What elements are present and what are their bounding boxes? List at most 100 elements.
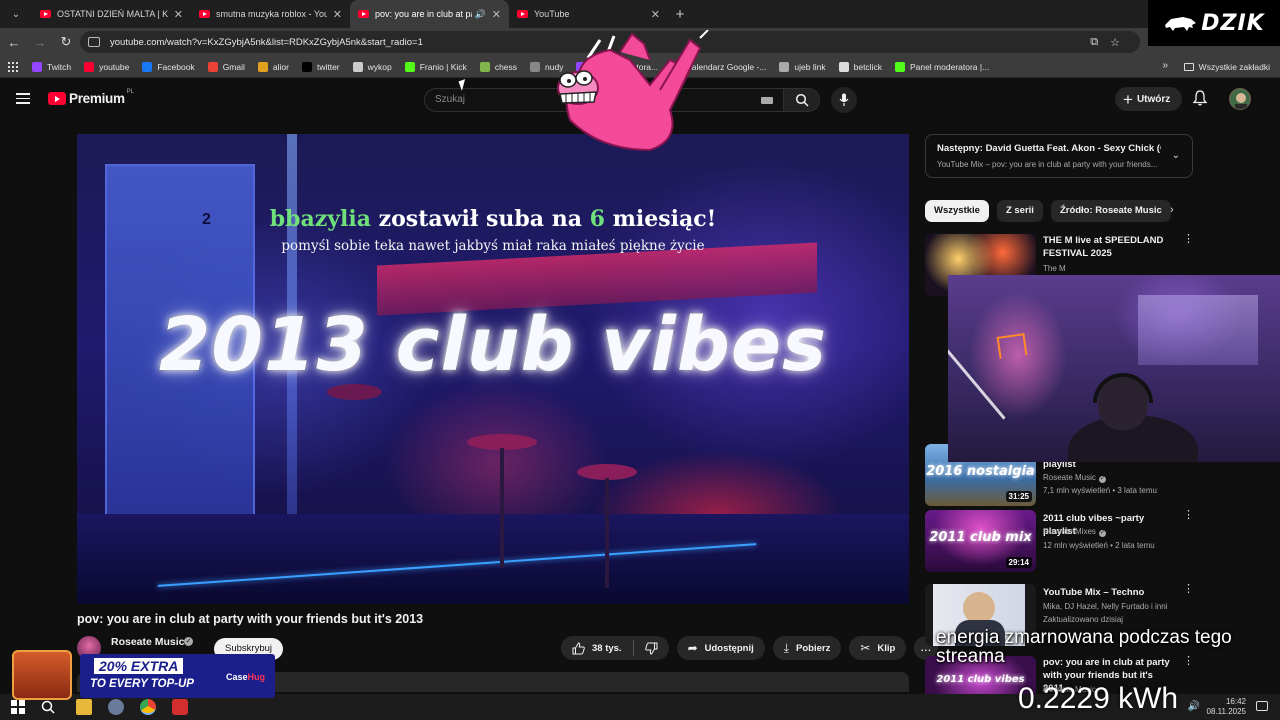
dislike-button[interactable]: [634, 636, 669, 660]
browser-tab-active[interactable]: pov: you are in club at party 🔊 ✕: [350, 0, 509, 28]
video-actions: 38 tys. ➦ Udostępnij ⤓ Pobierz ✂ Klip ..…: [561, 636, 939, 660]
bookmark-item[interactable]: Gmail: [207, 61, 245, 72]
bookmark-item[interactable]: ujeb link: [779, 61, 826, 72]
sub-alert-months: 6: [589, 206, 605, 232]
all-bookmarks-button[interactable]: Wszystkie zakładki: [1183, 56, 1270, 78]
download-label: Pobierz: [796, 642, 831, 654]
tab-close-icon[interactable]: ✕: [651, 8, 660, 21]
bookmark-item[interactable]: Twitch: [32, 61, 71, 72]
youtube-favicon-icon: [40, 10, 51, 18]
mix-upnext-panel[interactable]: Następny: David Guetta Feat. Akon - Sexy…: [925, 134, 1193, 178]
chevron-down-icon[interactable]: ⌄: [1172, 150, 1180, 161]
bookmark-item[interactable]: betclick: [838, 61, 882, 72]
clip-button[interactable]: ✂ Klip: [849, 636, 907, 660]
more-vert-icon[interactable]: ⋮: [1183, 234, 1194, 245]
reload-button[interactable]: ↻: [54, 30, 78, 54]
chevron-right-icon[interactable]: ›: [1170, 204, 1174, 216]
browser-tab[interactable]: YouTube ✕: [509, 0, 668, 28]
webcam-window: [1138, 295, 1258, 365]
duration-badge: 31:25: [1005, 491, 1032, 502]
recommendation-channel[interactable]: Mika, DJ Hazel, Nelly Furtado i inni: [1043, 602, 1167, 611]
browser-tab[interactable]: smutna muzyka roblox - YouTu ✕: [191, 0, 350, 28]
bookmarks-overflow-icon[interactable]: »: [1162, 60, 1168, 71]
tab-close-icon[interactable]: ✕: [174, 8, 183, 21]
notifications-icon[interactable]: [1256, 701, 1268, 711]
treasure-chest-icon: [12, 650, 72, 700]
chip-source-channel[interactable]: Źródło: Roseate Music: [1050, 200, 1171, 222]
recommendation-channel-wrap[interactable]: Roseate Mixes ✓: [1043, 527, 1106, 537]
filter-chips: Wszystkie Z serii Źródło: Roseate Music: [925, 200, 1171, 222]
bookmark-item[interactable]: wykop: [352, 61, 392, 72]
more-vert-icon[interactable]: ⋮: [1183, 584, 1194, 595]
video-title: pov: you are in club at party with your …: [77, 612, 424, 626]
bookmark-item[interactable]: Panel moderatora |...: [894, 61, 989, 72]
menu-icon[interactable]: [16, 93, 30, 104]
tab-title: OSTATNI DZIEŃ MALTA | KONG: [57, 9, 168, 19]
bookmark-item[interactable]: youtube: [84, 61, 129, 72]
share-button[interactable]: ➦ Udostępnij: [676, 636, 765, 660]
headphones-icon: [1093, 373, 1153, 403]
casehug-ad-banner[interactable]: 20% EXTRA TO EVERY TOP-UP CaseHug: [10, 648, 275, 704]
keyboard-icon[interactable]: [761, 97, 773, 104]
site-info-icon[interactable]: [88, 37, 100, 47]
account-avatar[interactable]: [1229, 88, 1251, 110]
recommendation-title[interactable]: YouTube Mix – Techno: [1043, 586, 1173, 599]
bookmark-favicon-icon: [32, 61, 42, 72]
sub-alert-overlay: bbazylia zostawił suba na 6 miesiąc!: [77, 206, 909, 232]
chip-from-series[interactable]: Z serii: [996, 200, 1043, 222]
download-icon: ⤓: [783, 640, 790, 655]
recommendation-channel: Roseate Mixes: [1043, 527, 1096, 536]
taskbar-clock[interactable]: 16:42 08.11.2025: [1207, 697, 1246, 717]
bookmark-favicon-icon: [404, 61, 415, 72]
speaker-icon[interactable]: 🔊: [475, 9, 486, 20]
youtube-premium-logo[interactable]: Premium PL: [48, 89, 134, 106]
bookmark-star-icon[interactable]: ☆: [1110, 36, 1120, 49]
tab-search-button[interactable]: ⌄: [4, 2, 28, 26]
recommendation-title[interactable]: THE M live at SPEEDLAND FESTIVAL 2025: [1043, 234, 1173, 260]
bookmark-item[interactable]: alior: [257, 61, 289, 72]
microphone-icon: [839, 93, 849, 106]
video-player[interactable]: 2 bbazylia zostawił suba na 6 miesiąc! p…: [77, 134, 909, 604]
more-vert-icon[interactable]: ⋮: [1183, 510, 1194, 521]
youtube-favicon-icon: [517, 10, 528, 18]
bookmark-item[interactable]: chess: [479, 61, 517, 72]
dzik-logo: DZIK: [1148, 0, 1280, 46]
voice-search-button[interactable]: [831, 87, 857, 113]
forward-button[interactable]: →: [28, 30, 52, 54]
bookmark-label: alior: [272, 61, 289, 72]
chip-all[interactable]: Wszystkie: [925, 200, 989, 222]
notifications-bell-icon[interactable]: [1193, 90, 1207, 106]
install-app-icon[interactable]: ⧉: [1090, 36, 1098, 49]
recommendation-item[interactable]: 2011 club mix 29:14 2011 club vibes ~par…: [925, 510, 1195, 572]
bookmark-label: betclick: [853, 61, 882, 72]
create-button[interactable]: + Utwórz: [1115, 87, 1183, 111]
energy-wasted-label: energia zmarnowana podczas tego streama: [936, 627, 1232, 667]
bookmark-item[interactable]: twitter: [301, 61, 340, 72]
webcam-neon-sign: [996, 333, 1028, 359]
recommendation-channel[interactable]: The M: [1043, 264, 1066, 273]
tab-close-icon[interactable]: ✕: [333, 8, 342, 21]
download-button[interactable]: ⤓ Pobierz: [772, 636, 842, 660]
scene-floor: [77, 514, 909, 604]
browser-tab[interactable]: OSTATNI DZIEŃ MALTA | KONG ✕: [32, 0, 191, 28]
recommendation-channel-wrap[interactable]: Roseate Music ✓: [1043, 473, 1106, 483]
recommendation-thumbnail[interactable]: 2011 club mix 29:14: [925, 510, 1036, 572]
system-tray-icons[interactable]: 🔊: [1188, 701, 1200, 712]
thumbs-down-icon: [644, 642, 658, 655]
search-button[interactable]: [784, 88, 820, 112]
webcam-light-bar: [948, 310, 1006, 420]
bookmark-item[interactable]: Facebook: [142, 61, 195, 72]
clip-label: Klip: [877, 642, 896, 654]
back-button[interactable]: ←: [2, 30, 26, 54]
bookmark-item[interactable]: Franio | Kick: [404, 61, 467, 72]
channel-name[interactable]: Roseate Music: [111, 636, 185, 648]
upnext-title: Następny: David Guetta Feat. Akon - Sexy…: [937, 143, 1161, 154]
ad-brand-b: Hug: [247, 672, 266, 682]
tab-close-icon[interactable]: ✕: [492, 8, 501, 21]
clock-time: 16:42: [1225, 697, 1246, 706]
thumbs-up-icon: [572, 641, 585, 654]
sub-alert-text-b: miesiąc!: [612, 206, 717, 232]
like-button[interactable]: 38 tys.: [561, 636, 633, 660]
new-tab-button[interactable]: +: [668, 6, 692, 23]
apps-grid-icon[interactable]: [8, 61, 18, 72]
